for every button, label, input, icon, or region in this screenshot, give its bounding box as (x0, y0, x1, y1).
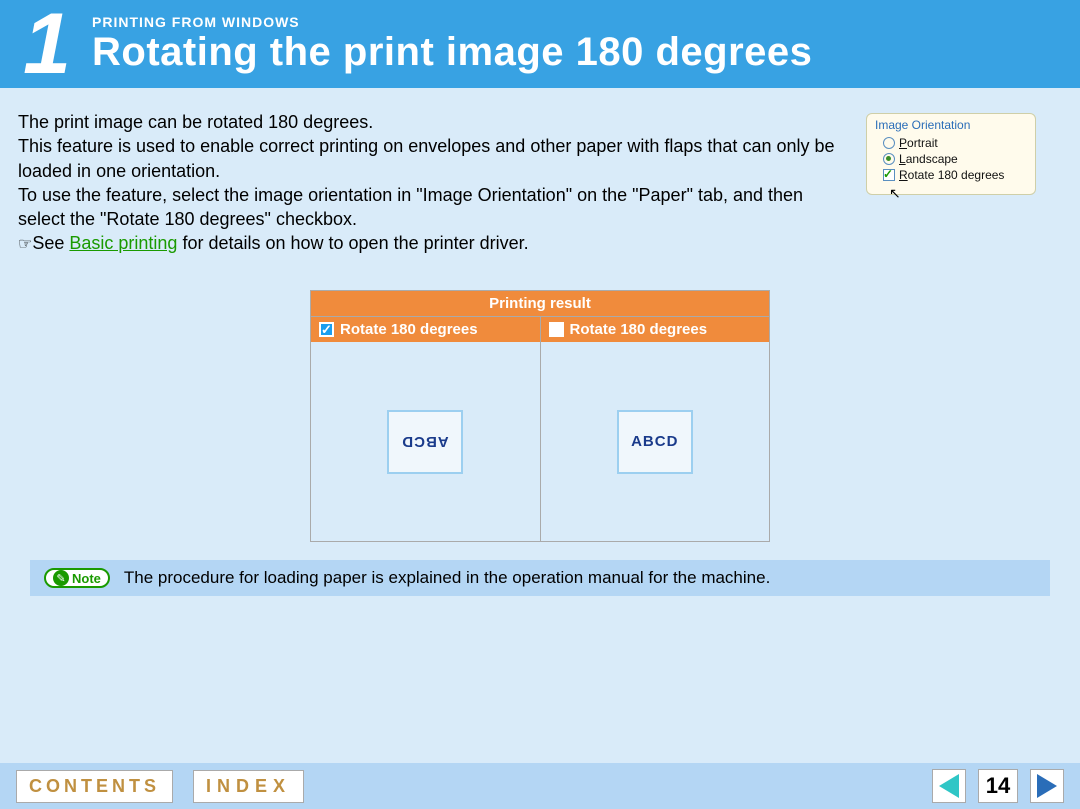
prev-page-button[interactable] (932, 769, 966, 803)
opt-label-rotate: Rotate 180 degrees (899, 168, 1004, 182)
next-page-button[interactable] (1030, 769, 1064, 803)
orientation-legend: Image Orientation (875, 118, 1027, 132)
page-title: Rotating the print image 180 degrees (92, 30, 812, 75)
page-number: 14 (978, 769, 1018, 803)
main-content: The print image can be rotated 180 degre… (0, 88, 1080, 596)
triangle-right-icon (1037, 774, 1057, 798)
sample-output-normal: ABCD (617, 410, 693, 474)
checkbox-checked-icon (883, 169, 895, 181)
radio-checked-icon (883, 153, 895, 165)
result-header-row: ✓ Rotate 180 degrees Rotate 180 degrees (310, 317, 770, 342)
note-badge: ✎ Note (44, 568, 110, 588)
result-body-row: ABCD ABCD (310, 342, 770, 542)
breadcrumb: PRINTING FROM WINDOWS (92, 14, 812, 30)
intro-paragraph: The print image can be rotated 180 degre… (18, 110, 838, 231)
chapter-number: 1 (0, 0, 92, 88)
col-a-label: Rotate 180 degrees (340, 321, 478, 338)
footer-nav: 14 (932, 769, 1064, 803)
intro-line-3: To use the feature, select the image ori… (18, 185, 803, 229)
header-titles: PRINTING FROM WINDOWS Rotating the print… (92, 0, 812, 88)
opt-label-landscape: Landscape (899, 152, 958, 166)
image-orientation-panel: Image Orientation Portrait Landscape Rot… (866, 113, 1036, 195)
sample-output-rotated: ABCD (387, 410, 463, 474)
note-text: The procedure for loading paper is expla… (124, 568, 770, 588)
see-link-line: ☞See Basic printing for details on how t… (18, 233, 1062, 254)
radio-icon (883, 137, 895, 149)
note-label: Note (72, 571, 101, 586)
orientation-rotate180[interactable]: Rotate 180 degrees (875, 168, 1027, 182)
see-suffix: for details on how to open the printer d… (177, 233, 528, 253)
index-button[interactable]: INDEX (193, 770, 304, 803)
orientation-portrait[interactable]: Portrait (875, 136, 1027, 150)
opt-label-portrait: Portrait (899, 136, 938, 150)
intro-line-2: This feature is used to enable correct p… (18, 136, 835, 180)
basic-printing-link[interactable]: Basic printing (69, 233, 177, 253)
triangle-left-icon (939, 774, 959, 798)
result-col-rotate-on: ✓ Rotate 180 degrees (311, 317, 541, 342)
sample-rotated-cell: ABCD (311, 342, 541, 541)
pencil-icon: ✎ (53, 570, 69, 586)
printing-result-table: Printing result ✓ Rotate 180 degrees Rot… (310, 290, 770, 542)
intro-line-1: The print image can be rotated 180 degre… (18, 112, 373, 132)
sample-normal-cell: ABCD (541, 342, 770, 541)
result-title: Printing result (310, 290, 770, 317)
cursor-icon: ↖ (889, 185, 901, 202)
contents-button[interactable]: CONTENTS (16, 770, 173, 803)
checkbox-off-icon (549, 322, 564, 337)
footer-bar: CONTENTS INDEX 14 (0, 763, 1080, 809)
orientation-landscape[interactable]: Landscape (875, 152, 1027, 166)
col-b-label: Rotate 180 degrees (570, 321, 708, 338)
pointing-hand-icon: ☞ (18, 236, 32, 253)
page-header: 1 PRINTING FROM WINDOWS Rotating the pri… (0, 0, 1080, 88)
note-bar: ✎ Note The procedure for loading paper i… (30, 560, 1050, 596)
checkbox-on-icon: ✓ (319, 322, 334, 337)
see-prefix: See (32, 233, 69, 253)
result-col-rotate-off: Rotate 180 degrees (541, 317, 771, 342)
